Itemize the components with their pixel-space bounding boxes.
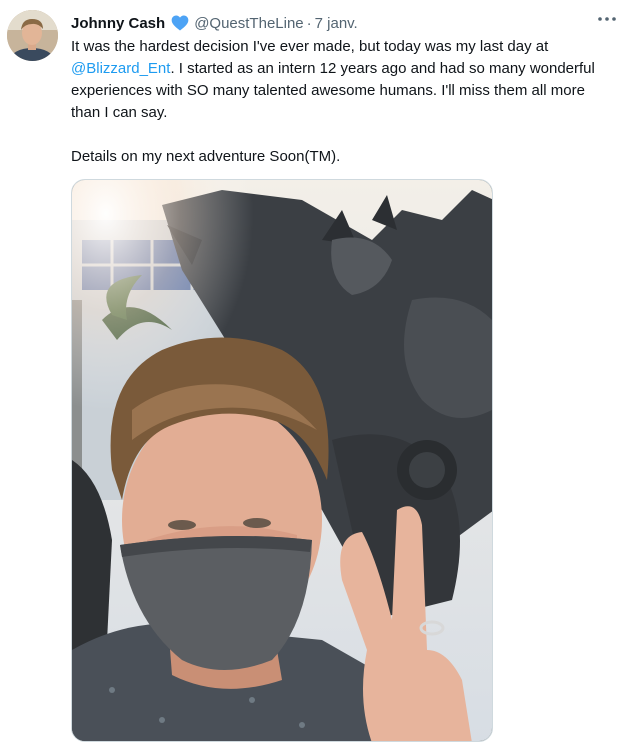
heart-icon [170, 13, 190, 33]
mention-link[interactable]: @Blizzard_Ent [71, 60, 170, 77]
tweet-paragraph: It was the hardest decision I've ever ma… [71, 36, 616, 124]
tweet[interactable]: Johnny Cash @QuestTheLine · 7 janv. It w… [0, 0, 632, 743]
author-handle[interactable]: @QuestTheLine [194, 15, 303, 32]
tweet-text-segment: It was the hardest decision I've ever ma… [71, 38, 549, 55]
tweet-header: Johnny Cash @QuestTheLine · 7 janv. [71, 12, 616, 34]
tweet-photo[interactable] [71, 179, 493, 742]
author-name[interactable]: Johnny Cash [71, 15, 165, 32]
avatar[interactable] [7, 10, 58, 61]
tweet-text: It was the hardest decision I've ever ma… [71, 36, 616, 168]
more-horizontal-icon[interactable] [596, 11, 618, 27]
tweet-date[interactable]: 7 janv. [315, 15, 358, 32]
header-separator: · [306, 14, 312, 32]
tweet-paragraph: Details on my next adventure Soon(TM). [71, 148, 341, 165]
